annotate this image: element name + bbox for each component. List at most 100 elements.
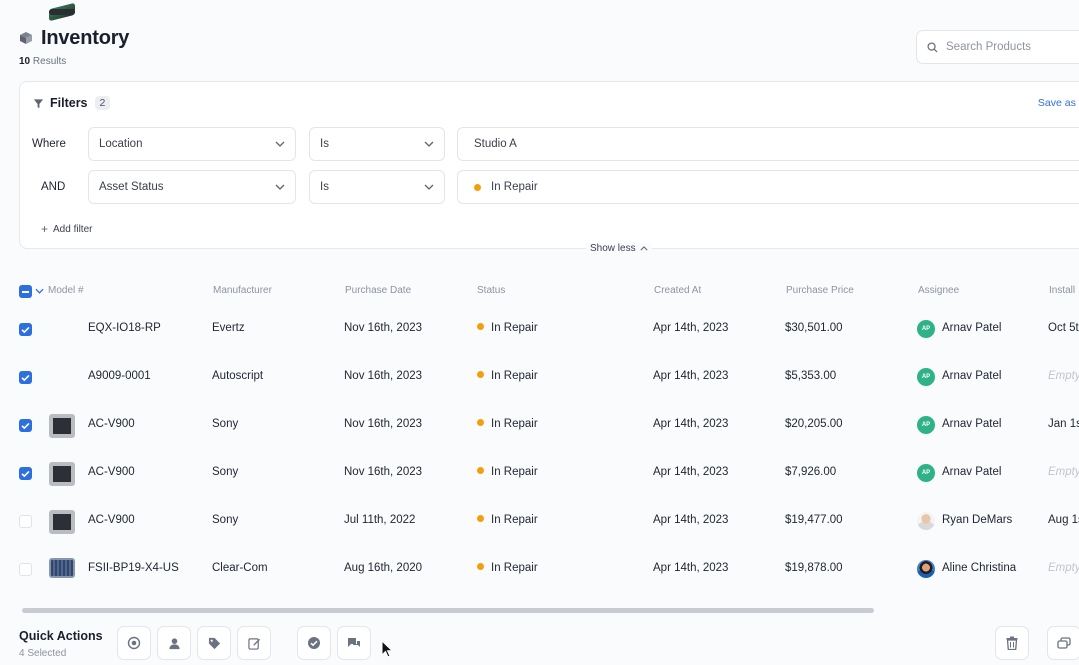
cell-purchase-date: Jul 11th, 2022 <box>344 514 416 526</box>
cube-icon <box>20 32 32 44</box>
product-thumbnail <box>49 9 75 15</box>
search-box[interactable] <box>916 30 1079 64</box>
cell-manufacturer: Sony <box>212 418 239 430</box>
cell-model[interactable]: AC-V900 <box>88 418 135 430</box>
edit-icon <box>247 637 260 650</box>
cell-model[interactable]: A9009-0001 <box>88 370 151 382</box>
filter-value-input[interactable]: In Repair <box>457 170 1079 204</box>
product-thumbnail <box>49 462 75 486</box>
status-dot <box>477 467 484 474</box>
chevron-down-icon <box>424 184 434 190</box>
tag-icon <box>208 637 220 649</box>
status-dot <box>477 515 484 522</box>
column-header-purchase-date[interactable]: Purchase Date <box>345 285 411 296</box>
avatar <box>917 512 935 530</box>
column-header-status[interactable]: Status <box>477 285 505 296</box>
row-checkbox[interactable] <box>19 419 32 432</box>
search-input[interactable] <box>946 41 1076 53</box>
filter-field-select[interactable]: Location <box>88 127 296 161</box>
save-filter-link[interactable]: Save as new <box>1038 97 1079 109</box>
cell-assignee[interactable]: Arnav Patel <box>942 418 1026 430</box>
product-thumbnail <box>49 558 75 578</box>
cell-price: $19,878.00 <box>785 562 843 574</box>
filter-operator-select[interactable]: Is <box>309 127 445 161</box>
cell-status: In Repair <box>477 418 538 430</box>
product-thumbnail <box>49 510 75 534</box>
row-checkbox[interactable] <box>19 323 32 336</box>
cell-install[interactable]: Jan 1s <box>1048 418 1079 430</box>
column-header-created-at[interactable]: Created At <box>654 285 701 296</box>
cell-assignee[interactable]: Ryan DeMars <box>942 514 1026 526</box>
cell-model[interactable]: EQX-IO18-RP <box>88 322 161 334</box>
approve-button[interactable] <box>297 626 331 660</box>
check-circle-icon <box>308 637 320 649</box>
cell-assignee[interactable]: Aline Christina <box>942 562 1026 574</box>
edit-button[interactable] <box>237 626 271 660</box>
user-icon <box>168 637 180 649</box>
cell-model[interactable]: AC-V900 <box>88 514 135 526</box>
cell-purchase-date: Nov 16th, 2023 <box>344 322 423 334</box>
filters-header: Filters 2 <box>33 96 111 110</box>
comment-button[interactable] <box>337 626 371 660</box>
cell-price: $5,353.00 <box>785 370 837 382</box>
cell-model[interactable]: FSII-BP19-X4-US <box>88 562 179 574</box>
cell-purchase-date: Nov 16th, 2023 <box>344 418 423 430</box>
avatar: AP <box>917 416 935 434</box>
row-checkbox[interactable] <box>19 371 32 384</box>
status-action-button[interactable] <box>117 626 151 660</box>
cell-assignee[interactable]: Arnav Patel <box>942 466 1026 478</box>
column-header-manufacturer[interactable]: Manufacturer <box>213 285 272 296</box>
column-header-assignee[interactable]: Assignee <box>918 285 959 296</box>
column-header-install[interactable]: Install <box>1049 285 1079 296</box>
assign-user-button[interactable] <box>157 626 191 660</box>
cell-created-at: Apr 14th, 2023 <box>653 562 729 574</box>
cell-created-at: Apr 14th, 2023 <box>653 370 729 382</box>
search-icon <box>927 41 938 53</box>
avatar: AP <box>917 464 935 482</box>
cell-install[interactable]: Empty <box>1048 466 1079 478</box>
status-dot <box>474 183 481 191</box>
cell-assignee[interactable]: Arnav Patel <box>942 322 1026 334</box>
filter-value-input[interactable]: Studio A <box>457 127 1079 161</box>
column-header-purchase-price[interactable]: Purchase Price <box>786 285 854 296</box>
cell-install[interactable]: Oct 5t <box>1048 322 1079 334</box>
cell-model[interactable]: AC-V900 <box>88 466 135 478</box>
chevron-down-icon[interactable] <box>35 288 44 294</box>
avatar <box>917 560 935 578</box>
cell-install[interactable]: Aug 1s <box>1048 514 1079 526</box>
delete-button[interactable] <box>995 626 1029 660</box>
cell-price: $19,477.00 <box>785 514 843 526</box>
show-less-toggle[interactable]: Show less <box>586 243 652 254</box>
filter-conjunction: AND <box>41 181 66 193</box>
cell-status: In Repair <box>477 370 538 382</box>
page-title: Inventory <box>41 27 130 49</box>
select-all-checkbox[interactable] <box>19 285 32 298</box>
selected-count: 4 Selected <box>19 648 67 659</box>
row-checkbox[interactable] <box>19 467 32 480</box>
product-thumbnail <box>49 414 75 438</box>
filter-field-select[interactable]: Asset Status <box>88 170 296 204</box>
filter-icon <box>33 98 44 108</box>
cell-purchase-date: Nov 16th, 2023 <box>344 466 423 478</box>
row-checkbox[interactable] <box>19 563 32 576</box>
filters-panel: Filters 2 Save as new Where Location Is … <box>19 81 1079 249</box>
cell-install[interactable]: Empty <box>1048 370 1079 382</box>
duplicate-button[interactable] <box>1047 626 1079 660</box>
trash-icon <box>1006 636 1018 650</box>
cell-manufacturer: Sony <box>212 466 239 478</box>
cell-purchase-date: Aug 16th, 2020 <box>344 562 423 574</box>
status-dot <box>477 563 484 570</box>
row-checkbox[interactable] <box>19 515 32 528</box>
filter-operator-select[interactable]: Is <box>309 170 445 204</box>
horizontal-scrollbar[interactable] <box>22 608 874 613</box>
mouse-cursor-icon <box>381 640 393 658</box>
cell-price: $7,926.00 <box>785 466 837 478</box>
chat-icon <box>348 638 360 647</box>
tag-button[interactable] <box>197 626 231 660</box>
cell-install[interactable]: Empty <box>1048 562 1079 574</box>
add-filter-button[interactable]: + Add filter <box>41 222 92 236</box>
column-header-model[interactable]: Model # <box>48 285 84 296</box>
copy-icon <box>1057 636 1071 649</box>
cell-assignee[interactable]: Arnav Patel <box>942 370 1026 382</box>
cell-manufacturer: Clear-Com <box>212 562 268 574</box>
